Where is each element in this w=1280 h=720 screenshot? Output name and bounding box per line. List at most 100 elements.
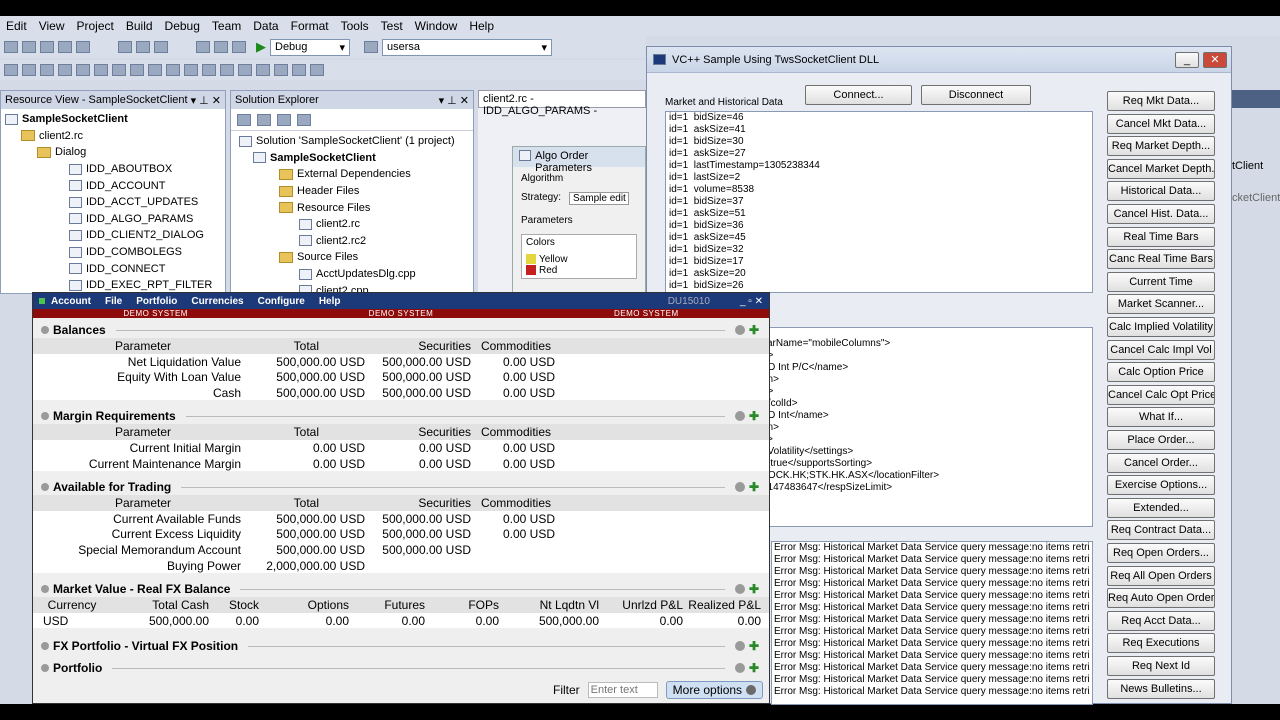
yellow-option[interactable]: Yellow (539, 254, 568, 265)
settings-icon[interactable] (734, 411, 745, 422)
disconnect-button[interactable]: Disconnect (921, 85, 1031, 105)
collapse-icon[interactable] (41, 412, 49, 421)
layout-tool-icon[interactable] (202, 64, 216, 76)
layout-tool-icon[interactable] (274, 64, 288, 76)
resource-tree-item[interactable]: IDD_CONNECT (5, 260, 225, 277)
connect-button[interactable]: Connect... (805, 85, 912, 105)
account-menu-help[interactable]: Help (319, 296, 341, 307)
add-icon[interactable]: ✚ (749, 409, 759, 423)
resource-tree-item[interactable]: IDD_ACCT_UPDATES (5, 194, 225, 211)
vc-button[interactable]: Req Mkt Data... (1107, 91, 1215, 111)
vc-button[interactable]: Place Order... (1107, 430, 1215, 450)
red-option[interactable]: Red (539, 265, 557, 276)
account-menu-account[interactable]: Account (51, 296, 91, 307)
layout-tool-icon[interactable] (220, 64, 234, 76)
vc-button[interactable]: Req Contract Data... (1107, 520, 1215, 541)
vc-button[interactable]: Canc Real Time Bars (1107, 249, 1215, 270)
account-menu-configure[interactable]: Configure (258, 296, 305, 307)
solution-tree-item[interactable]: AcctUpdatesDlg.cpp (239, 266, 473, 283)
vc-button[interactable]: Current Time (1107, 271, 1215, 292)
vc-button[interactable]: Exercise Options... (1107, 475, 1215, 496)
market-data-list[interactable]: id=1 bidSize=46 id=1 askSize=41 id=1 bidSi… (665, 111, 1093, 293)
layout-tool-icon[interactable] (184, 64, 198, 76)
add-icon[interactable]: ✚ (749, 582, 759, 596)
vc-button[interactable]: Cancel Calc Impl Vol (1107, 339, 1215, 360)
menu-format[interactable]: Format (285, 19, 335, 33)
fx-portfolio-section-header[interactable]: FX Portfolio - Virtual FX Position ✚ (33, 638, 769, 654)
find-icon[interactable] (364, 41, 378, 53)
layout-tool-icon[interactable] (310, 64, 324, 76)
available-section-header[interactable]: Available for Trading ✚ (33, 479, 769, 495)
settings-icon[interactable] (734, 584, 745, 595)
vc-button[interactable]: Calc Implied Volatility (1107, 317, 1215, 337)
layout-tool-icon[interactable] (94, 64, 108, 76)
vc-button[interactable]: Req Executions (1107, 633, 1215, 654)
menu-tools[interactable]: Tools (335, 19, 375, 33)
settings-icon[interactable] (734, 663, 745, 674)
add-icon[interactable]: ✚ (749, 480, 759, 494)
new-project-icon[interactable] (4, 41, 18, 53)
settings-icon[interactable] (734, 641, 745, 652)
account-menu-file[interactable]: File (105, 296, 122, 307)
find-combo[interactable]: usersa ▾ (382, 38, 552, 56)
layout-tool-icon[interactable] (58, 64, 72, 76)
view-designer-icon[interactable] (297, 113, 311, 126)
close-button[interactable]: ✕ (1203, 51, 1227, 68)
layout-tool-icon[interactable] (112, 64, 126, 76)
vc-button[interactable]: Req Next Id (1107, 656, 1215, 676)
collapse-icon[interactable] (41, 326, 49, 334)
menu-view[interactable]: View (33, 19, 71, 33)
layout-tool-icon[interactable] (166, 64, 180, 76)
resource-tree-item[interactable]: client2.rc (5, 128, 225, 145)
resource-tree-item[interactable]: IDD_CLIENT2_DIALOG (5, 227, 225, 244)
resource-tree-item[interactable]: IDD_ABOUTBOX (5, 161, 225, 178)
error-message-list[interactable]: Error Msg: Historical Market Data Servic… (771, 541, 1093, 705)
menu-data[interactable]: Data (247, 19, 284, 33)
navigate-icon[interactable] (232, 41, 246, 53)
save-all-icon[interactable] (76, 41, 90, 53)
save-icon[interactable] (58, 41, 72, 53)
paste-icon[interactable] (154, 41, 168, 53)
solution-tree-item[interactable]: SampleSocketClient (239, 150, 473, 167)
add-icon[interactable]: ✚ (749, 661, 759, 675)
more-options-button[interactable]: More options (665, 681, 764, 699)
vc-button[interactable]: Historical Data... (1107, 181, 1215, 202)
vc-button[interactable]: Cancel Market Depth... (1107, 158, 1215, 179)
vc-button[interactable]: Cancel Order... (1107, 452, 1215, 473)
resource-tree-item[interactable]: IDD_ACCOUNT (5, 177, 225, 194)
strategy-field[interactable]: Sample edit (569, 192, 630, 205)
collapse-icon[interactable] (41, 483, 49, 492)
solution-tree-item[interactable]: client2.rc (239, 216, 473, 233)
menu-team[interactable]: Team (206, 19, 247, 33)
collapse-icon[interactable] (41, 642, 49, 651)
solution-tree-item[interactable]: Header Files (239, 183, 473, 200)
layout-tool-icon[interactable] (40, 64, 54, 76)
pin-close-icon[interactable]: ▾ ⊥ ✕ (439, 94, 469, 107)
vc-button[interactable]: Req Market Depth... (1107, 136, 1215, 157)
resource-tree-item[interactable]: IDD_COMBOLEGS (5, 244, 225, 261)
vc-button[interactable]: Cancel Mkt Data... (1107, 113, 1215, 134)
refresh-icon[interactable] (257, 113, 271, 126)
open-icon[interactable] (40, 41, 54, 53)
market-value-section-header[interactable]: Market Value - Real FX Balance ✚ (33, 581, 769, 597)
vc-button[interactable]: Extended... (1107, 497, 1215, 518)
balances-section-header[interactable]: Balances ✚ (33, 322, 769, 338)
vc-button[interactable]: Req All Open Orders (1107, 565, 1215, 586)
window-controls-icon[interactable]: _ ▫ ✕ (740, 296, 763, 307)
vc-button[interactable]: Req Acct Data... (1107, 610, 1215, 631)
layout-tool-icon[interactable] (76, 64, 90, 76)
vc-button[interactable]: Market Scanner... (1107, 294, 1215, 315)
layout-tool-icon[interactable] (292, 64, 306, 76)
vc-button[interactable]: Req Auto Open Orders (1107, 588, 1215, 609)
copy-icon[interactable] (136, 41, 150, 53)
settings-icon[interactable] (734, 325, 745, 335)
solution-tree-item[interactable]: Source Files (239, 249, 473, 266)
collapse-icon[interactable] (41, 664, 49, 673)
vc-button[interactable]: Calc Option Price (1107, 362, 1215, 383)
margin-section-header[interactable]: Margin Requirements ✚ (33, 408, 769, 424)
layout-tool-icon[interactable] (4, 64, 18, 76)
layout-tool-icon[interactable] (148, 64, 162, 76)
add-icon[interactable]: ✚ (749, 639, 759, 653)
add-item-icon[interactable] (22, 41, 36, 53)
settings-icon[interactable] (734, 482, 745, 493)
